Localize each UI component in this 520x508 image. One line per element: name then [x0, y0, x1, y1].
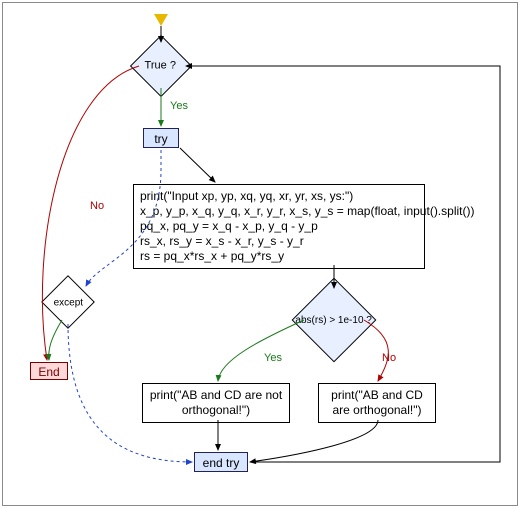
- edges: [0, 0, 520, 508]
